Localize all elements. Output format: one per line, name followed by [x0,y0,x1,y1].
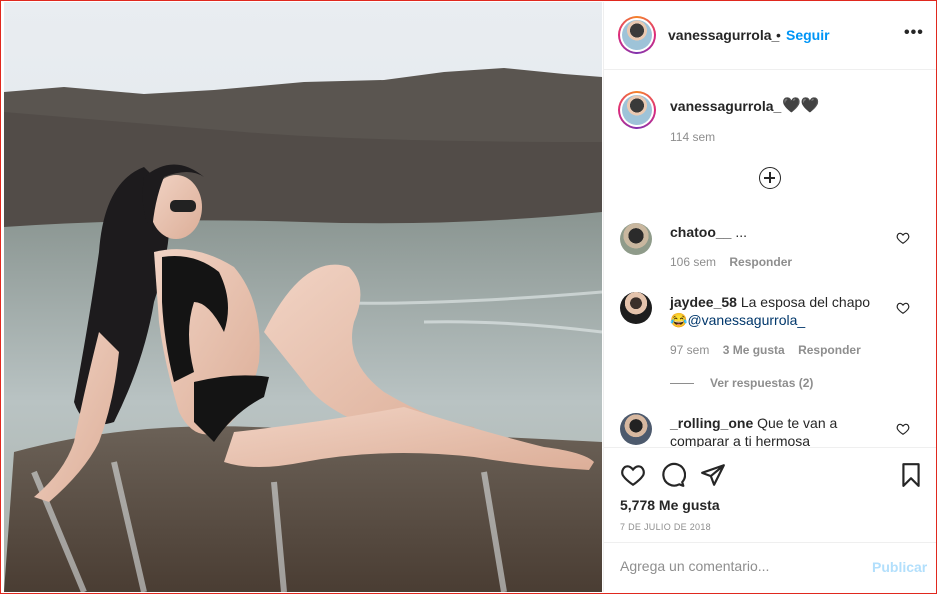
comment-text: La esposa del chapo [740,294,871,310]
bookmark-icon[interactable] [898,462,924,488]
send-icon[interactable] [700,462,726,488]
header-username[interactable]: vanessagurrola_ [668,27,779,43]
avatar[interactable] [618,16,656,54]
comment-avatar[interactable] [620,223,652,255]
add-comment-bar: Publicar [604,542,936,592]
comment-avatar[interactable] [620,413,652,445]
view-replies-label: Ver respuestas (2) [710,376,814,390]
post-sidebar: vanessagurrola_ • Seguir ••• vanessagurr… [603,2,936,592]
comment-text: ... [735,224,748,240]
comment-like-icon[interactable] [896,422,910,436]
reply-button[interactable]: Responder [729,255,792,269]
comment-item: _rolling_one Que te van a comparar a ti … [670,414,890,447]
comment-age: 97 sem [670,343,710,357]
caption-avatar[interactable] [618,91,656,129]
comments-list[interactable]: vanessagurrola_ 🖤🖤 114 sem chatoo__ ... … [604,71,936,447]
comment-like-icon[interactable] [896,231,910,245]
likes-count[interactable]: 5,778 Me gusta [620,497,720,513]
replies-divider [670,383,694,385]
comment-input[interactable] [620,558,850,574]
view-replies-button[interactable]: Ver respuestas (2) [670,376,813,390]
mention-link[interactable]: @vanessagurrola_ [687,312,805,328]
comment-item: jaydee_58 La esposa del chapo 😂@vanessag… [670,293,890,329]
post-image [4,2,602,592]
comment-icon[interactable] [660,462,686,488]
comment-likes[interactable]: 3 Me gusta [723,343,785,357]
plus-circle-icon[interactable] [759,167,781,189]
heart-icon[interactable] [620,462,646,488]
comment-meta: 106 sem Responder [670,255,802,269]
separator-dot: • [776,27,781,43]
comment-avatar[interactable] [620,292,652,324]
publish-button[interactable]: Publicar [872,559,927,575]
more-icon[interactable]: ••• [904,24,924,42]
post-date: 7 DE JULIO DE 2018 [620,522,711,532]
laugh-emoji: 😂 [670,312,688,328]
caption-age: 114 sem [670,130,716,144]
post-photo[interactable] [4,2,602,592]
comment-like-icon[interactable] [896,301,910,315]
comment-meta: 97 sem 3 Me gusta Responder [670,343,871,357]
post-header: vanessagurrola_ • Seguir ••• [604,2,936,70]
action-bar: 5,778 Me gusta 7 DE JULIO DE 2018 [604,447,936,542]
reply-button[interactable]: Responder [798,343,861,357]
follow-button[interactable]: Seguir [786,27,830,43]
comment-username[interactable]: jaydee_58 [670,294,737,310]
caption-username[interactable]: vanessagurrola_ [670,98,781,114]
comment-item: chatoo__ ... [670,223,890,241]
comment-username[interactable]: chatoo__ [670,224,731,240]
comment-age: 106 sem [670,255,717,269]
comment-username[interactable]: _rolling_one [670,415,753,431]
caption-text: 🖤🖤 [782,97,820,114]
